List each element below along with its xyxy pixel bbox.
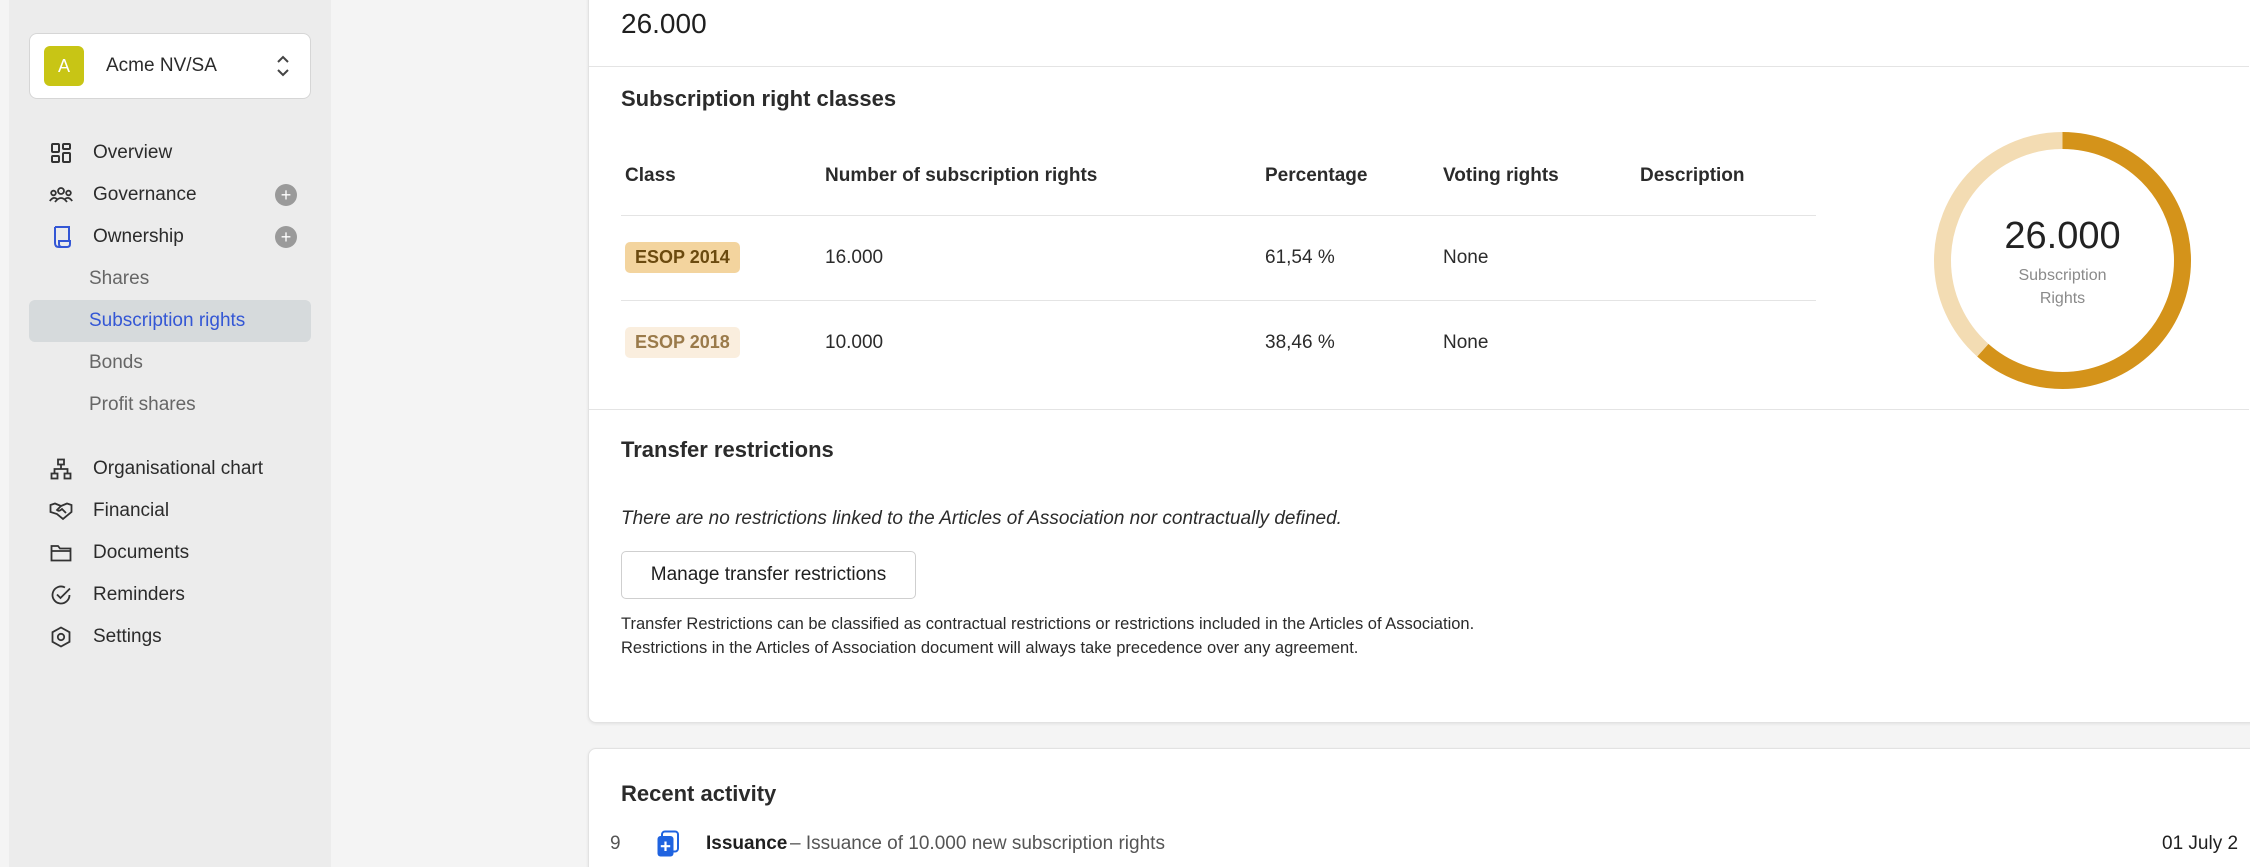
sidebar: A Acme NV/SA Overview Governance + Owner… (9, 0, 331, 867)
donut-label: Subscription Rights (1930, 264, 2195, 310)
activity-index: 9 (610, 833, 621, 854)
column-header-number: Number of subscription rights (825, 165, 1098, 186)
add-ownership-icon[interactable]: + (275, 226, 297, 248)
divider (589, 409, 2249, 410)
cell-voting-rights: None (1443, 247, 1489, 268)
folder-icon (49, 541, 73, 565)
table-divider (621, 215, 1816, 216)
class-badge-esop-2014: ESOP 2014 (625, 242, 740, 273)
donut-total: 26.000 (2004, 215, 2121, 257)
divider (589, 66, 2249, 67)
class-badge-esop-2018: ESOP 2018 (625, 327, 740, 358)
transfer-help-line-1: Transfer Restrictions can be classified … (621, 615, 1475, 633)
sidebar-subitem-shares[interactable]: Shares (9, 258, 331, 300)
sidebar-item-organisational-chart[interactable]: Organisational chart (9, 448, 331, 490)
sidebar-item-label: Governance (93, 184, 197, 205)
recent-activity-title: Recent activity (621, 781, 777, 806)
column-header-voting-rights: Voting rights (1443, 165, 1559, 186)
sidebar-item-overview[interactable]: Overview (9, 132, 331, 174)
column-header-class: Class (625, 165, 676, 186)
sidebar-item-settings[interactable]: Settings (9, 616, 331, 658)
sidebar-subitem-subscription-rights[interactable]: Subscription rights (29, 300, 311, 342)
sidebar-item-label: Documents (93, 542, 190, 563)
classes-section-title: Subscription right classes (621, 86, 897, 111)
transfer-restrictions-title: Transfer restrictions (621, 437, 834, 462)
settings-icon (49, 625, 73, 649)
cell-number: 16.000 (825, 247, 884, 268)
sidebar-item-financial[interactable]: Financial (9, 490, 331, 532)
manage-transfer-restrictions-button[interactable]: Manage transfer restrictions (621, 551, 916, 599)
no-restrictions-text: There are no restrictions linked to the … (621, 508, 1342, 529)
donut-svg (1934, 132, 2191, 389)
check-circle-icon (49, 583, 73, 607)
company-name: Acme NV/SA (106, 55, 217, 76)
company-switcher[interactable]: A Acme NV/SA (29, 33, 311, 99)
org-chart-icon (49, 457, 73, 481)
sidebar-nav: Overview Governance + Ownership + Shares… (9, 132, 331, 658)
sidebar-item-label: Reminders (93, 584, 185, 605)
cell-number: 10.000 (825, 332, 884, 353)
handshake-icon (49, 499, 73, 523)
users-icon (49, 183, 73, 207)
sidebar-item-governance[interactable]: Governance + (9, 174, 331, 216)
subscription-rights-donut-chart: 26.000 Subscription Rights (1930, 128, 2195, 393)
sidebar-item-label: Settings (93, 626, 162, 647)
sidebar-subitem-bonds[interactable]: Bonds (9, 342, 331, 384)
sidebar-item-label: Organisational chart (93, 458, 264, 479)
sidebar-item-documents[interactable]: Documents (9, 532, 331, 574)
dashboard-icon (49, 141, 73, 165)
column-header-percentage: Percentage (1265, 165, 1368, 186)
sidebar-item-label: Overview (93, 142, 173, 163)
cell-voting-rights: None (1443, 332, 1489, 353)
add-governance-icon[interactable]: + (275, 184, 297, 206)
sidebar-item-label: Financial (93, 500, 170, 521)
activity-description: – Issuance of 10.000 new subscription ri… (790, 833, 1165, 854)
cell-percentage: 38,46 % (1265, 332, 1335, 353)
sidebar-item-label: Ownership (93, 226, 184, 247)
total-subscription-rights-value: 26.000 (621, 8, 707, 39)
certificate-icon (49, 225, 73, 249)
sidebar-subitem-profit-shares[interactable]: Profit shares (9, 384, 331, 426)
activity-date: 01 July 2 (2162, 833, 2239, 854)
sidebar-item-reminders[interactable]: Reminders (9, 574, 331, 616)
issuance-icon (656, 830, 680, 858)
company-avatar: A (44, 46, 84, 86)
cell-percentage: 61,54 % (1265, 247, 1335, 268)
activity-item[interactable]: 9 Issuance – Issuance of 10.000 new subs… (600, 830, 2240, 860)
transfer-help-line-2: Restrictions in the Articles of Associat… (621, 639, 1359, 657)
sidebar-item-ownership[interactable]: Ownership + (9, 216, 331, 258)
chevron-up-down-icon (276, 51, 290, 81)
table-divider (621, 300, 1816, 301)
donut-label-line1: Subscription (2018, 267, 2107, 284)
column-header-description: Description (1640, 165, 1745, 186)
activity-type: Issuance (706, 833, 788, 854)
donut-label-line2: Rights (2039, 290, 2086, 307)
